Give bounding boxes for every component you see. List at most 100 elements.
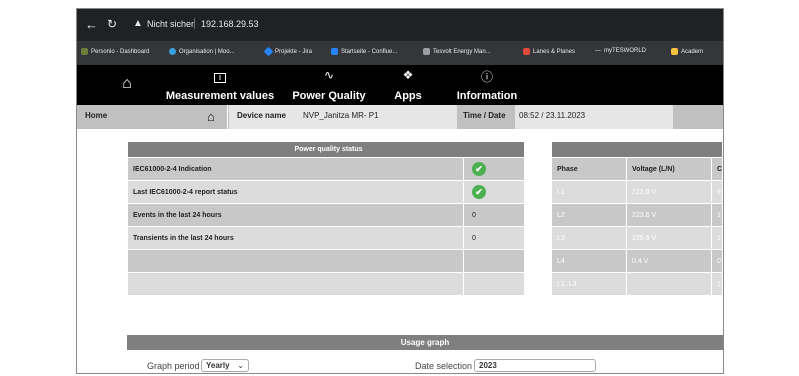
table-row: IEC61000-2-4 Indication ✔	[127, 157, 525, 181]
lanes-icon	[523, 48, 530, 55]
bookmark-lanes-planes[interactable]: Lanes & Planes	[523, 48, 575, 55]
c-cell: 1	[710, 203, 723, 227]
phase-voltage-table: Phase Voltage (L/N) C L1 222.0 V 9 L2 22…	[550, 141, 723, 296]
nav-label: Power Quality	[292, 90, 366, 102]
graph-period-select[interactable]: Yearly ⌄	[201, 359, 249, 372]
power-quality-table: Power quality status IEC61000-2-4 Indica…	[127, 141, 525, 296]
security-label[interactable]: Nicht sicher	[147, 19, 194, 29]
c-cell: 0	[710, 249, 723, 273]
row-value	[463, 249, 525, 273]
power-quality-title: Power quality status	[127, 141, 525, 158]
row-label: Events in the last 24 hours	[127, 203, 464, 227]
row-label	[127, 249, 464, 273]
date-selection-label: Date selection	[415, 361, 473, 371]
url-text[interactable]: 192.168.29.53	[201, 19, 259, 29]
voltage-cell	[626, 272, 712, 296]
table-row: L2 223.6 V 1	[550, 203, 723, 227]
usage-graph-title: Usage graph	[400, 338, 450, 347]
bookmark-label: Projekte - Jira	[275, 49, 313, 56]
phase-cell: L4	[550, 249, 628, 273]
column-header: Phase	[550, 157, 628, 181]
usage-graph-header: Usage graph	[127, 335, 723, 350]
device-info-bar: Home ⌂ Device name NVP_Janitza MR- P1 Ti…	[77, 105, 723, 129]
bookmark-label: Organisation | Moo...	[179, 49, 235, 56]
phase-cell: L3	[550, 226, 628, 250]
chevron-down-icon: ⌄	[237, 361, 244, 370]
phase-cell: L1	[550, 180, 628, 204]
date-selection-value: 2023	[479, 361, 497, 370]
table-row: Transients in the last 24 hours 0	[127, 226, 525, 250]
phase-cell: L2	[550, 203, 628, 227]
back-arrow-icon[interactable]: ←	[85, 17, 98, 32]
personio-icon	[81, 48, 88, 55]
check-icon: ✔	[472, 185, 486, 199]
graph-period-value: Yearly	[206, 361, 230, 370]
bookmark-label: Personio - Dashboard	[91, 49, 150, 56]
bookmark-academy[interactable]: Academ	[671, 48, 703, 55]
bookmark-confluence[interactable]: Startseite - Conflue...	[331, 48, 397, 55]
browser-toolbar: ← ↻ ▲ Nicht sicher | 192.168.29.53	[77, 9, 723, 41]
home-icon[interactable]: ⌂	[207, 109, 215, 124]
tesvolt-icon	[423, 48, 430, 55]
graph-period-label: Graph period	[147, 361, 200, 371]
table-row: L4 0.4 V 0	[550, 249, 723, 273]
c-cell: 1	[710, 226, 723, 250]
nav-power-quality[interactable]: ∿ Power Quality	[277, 65, 381, 105]
pq-icon: ∿	[323, 68, 335, 82]
divider	[227, 105, 228, 129]
browser-window: ← ↻ ▲ Nicht sicher | 192.168.29.53 Perso…	[76, 8, 724, 374]
moodle-icon	[169, 48, 176, 55]
row-status: ✔	[463, 180, 525, 204]
column-header: Voltage (L/N)	[626, 157, 712, 181]
row-value	[463, 272, 525, 296]
device-name-value: NVP_Janitza MR- P1	[303, 111, 379, 120]
breadcrumb-home[interactable]: Home	[85, 111, 107, 120]
voltage-cell: 0.4 V	[626, 249, 712, 273]
bookmark-label: Tesvolt Energy Man...	[433, 49, 491, 56]
phase-cell: L1..L3	[550, 272, 628, 296]
nav-label: Information	[456, 90, 518, 102]
bookmark-personio[interactable]: Personio - Dashboard	[81, 48, 149, 55]
date-selection-input[interactable]: 2023	[474, 359, 596, 372]
apps-icon: ❖	[402, 68, 414, 82]
folder-icon	[671, 48, 678, 55]
table-row: L3 225.6 V 1	[550, 226, 723, 250]
info-icon: ⓘ	[480, 70, 493, 84]
time-date-value: 08:52 / 23.11.2023	[519, 111, 586, 120]
bookmark-mytesworld[interactable]: — myTESWORLD	[595, 48, 646, 54]
bookmark-organisation[interactable]: Organisation | Moo...	[169, 48, 235, 55]
bookmark-jira[interactable]: Projekte - Jira	[263, 46, 313, 57]
time-date-label: Time / Date	[463, 111, 506, 120]
nav-home[interactable]: ⌂	[107, 65, 147, 105]
time-date-cell: 08:52 / 23.11.2023	[515, 105, 673, 129]
meter-icon: ||	[165, 68, 275, 83]
row-status: ✔	[463, 157, 525, 181]
main-content: Power quality status IEC61000-2-4 Indica…	[77, 129, 723, 373]
jira-icon	[263, 46, 274, 57]
column-header: C	[710, 157, 723, 181]
table-header-row: Phase Voltage (L/N) C	[550, 157, 723, 181]
check-icon: ✔	[472, 162, 486, 176]
c-cell: 1	[710, 272, 723, 296]
home-icon: ⌂	[122, 75, 132, 92]
row-value: 0	[463, 203, 525, 227]
bookmark-tesvolt[interactable]: Tesvolt Energy Man...	[423, 48, 491, 55]
table-row: Events in the last 24 hours 0	[127, 203, 525, 227]
nav-information[interactable]: ⓘ Information	[447, 65, 527, 105]
bookmark-label: Academ	[681, 49, 704, 56]
bookmark-label: Startseite - Conflue...	[341, 49, 398, 56]
voltage-cell: 222.0 V	[626, 180, 712, 204]
device-name-label: Device name	[237, 111, 286, 120]
bookmarks-bar: Personio - Dashboard Organisation | Moo.…	[77, 41, 723, 65]
row-value: 0	[463, 226, 525, 250]
dash-icon: —	[595, 48, 601, 54]
row-label: Last IEC61000-2-4 report status	[127, 180, 464, 204]
voltage-cell: 225.6 V	[626, 226, 712, 250]
nav-measurement-values[interactable]: || Measurement values	[165, 65, 275, 105]
phase-table-title	[551, 141, 723, 158]
nav-apps[interactable]: ❖ Apps	[383, 65, 433, 105]
row-label: Transients in the last 24 hours	[127, 226, 464, 250]
nav-label: Apps	[394, 90, 422, 102]
c-cell: 9	[710, 180, 723, 204]
reload-icon[interactable]: ↻	[107, 17, 117, 31]
